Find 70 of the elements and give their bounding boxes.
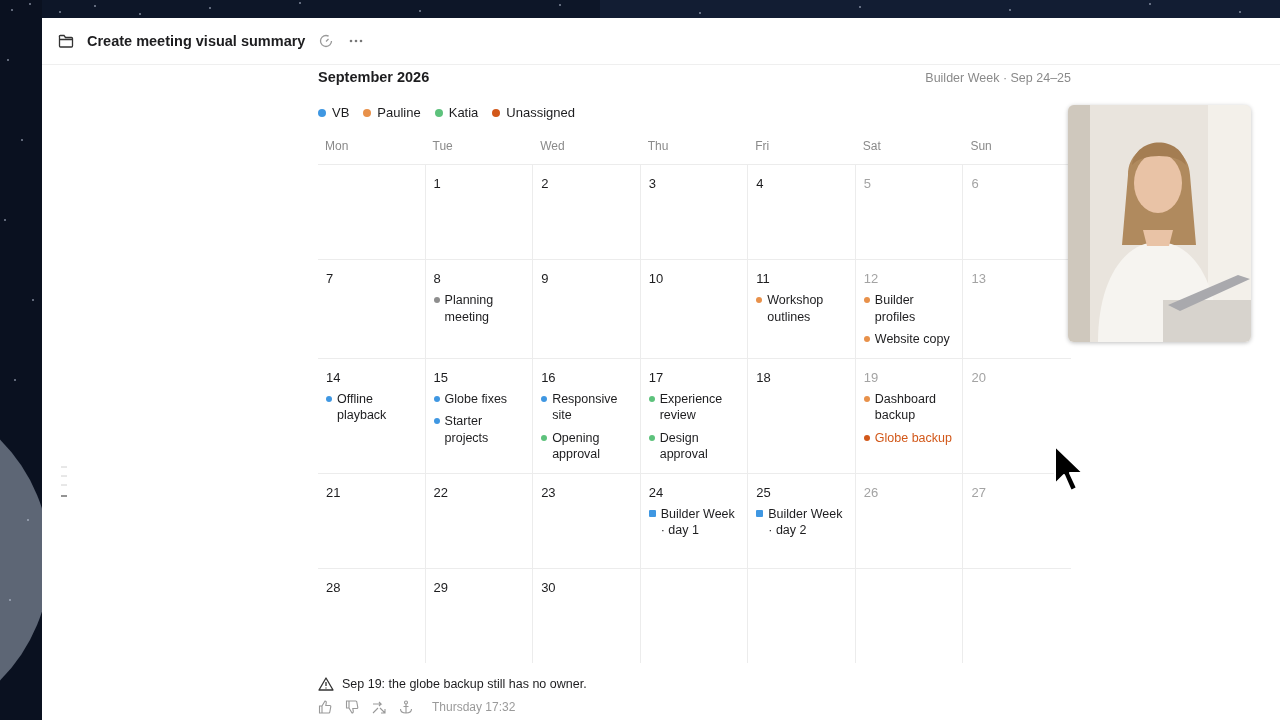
day-number: 26 (863, 484, 879, 500)
thumbs-up-icon[interactable] (318, 700, 332, 714)
event-title[interactable]: Globe backup (874, 429, 952, 446)
legend-label: Katia (448, 105, 479, 120)
weekday-label: Sun (969, 139, 993, 155)
day-number: 18 (756, 369, 771, 385)
event-title[interactable]: Dashboard backup (874, 390, 955, 424)
day-number: 9 (541, 271, 549, 286)
event-title[interactable]: Opening approval (552, 429, 632, 463)
day-number: 29 (433, 579, 449, 595)
legend-label: Unassigned (506, 105, 575, 120)
day-number: 4 (756, 176, 764, 191)
day-number: 20 (971, 369, 986, 385)
day-number: 1 (433, 176, 441, 191)
weekday-label: Fri (754, 139, 771, 155)
more-icon[interactable] (349, 39, 364, 43)
day-number: 19 (863, 369, 879, 385)
weekday-label: Tue (431, 139, 454, 155)
event-note: Builder Week · Sep 24–25 (925, 71, 1071, 85)
weekday-label: Thu (646, 139, 670, 155)
anchor-icon[interactable] (399, 700, 413, 714)
event-title[interactable]: Planning meeting (444, 292, 525, 325)
event-title[interactable]: Design approval (659, 429, 740, 463)
event-title[interactable]: Responsive site (552, 390, 632, 424)
day-number: 14 (326, 369, 341, 385)
event-title[interactable]: Builder Week · day 2 (768, 505, 847, 539)
legend-label: VB (332, 105, 350, 120)
event-title[interactable]: Builder profiles (874, 292, 955, 325)
weekday-label: Wed (539, 139, 566, 155)
event-title[interactable]: Experience review (659, 390, 740, 424)
event-title[interactable]: Offline playback (337, 390, 417, 424)
weekday-label: Sat (861, 139, 882, 155)
event-title[interactable]: Starter projects (444, 413, 525, 446)
event-title[interactable]: Builder Week · day 1 (660, 505, 740, 539)
day-number: 16 (541, 369, 556, 385)
day-number: 11 (756, 271, 770, 286)
day-number: 30 (541, 579, 556, 595)
day-number: 3 (648, 176, 656, 191)
outline-markers-icon[interactable] (60, 465, 68, 499)
legend-label: Pauline (377, 105, 421, 120)
day-number: 15 (433, 369, 449, 385)
folder-icon[interactable] (58, 34, 74, 48)
share-icon[interactable] (372, 700, 386, 714)
event-title[interactable]: Website copy (874, 331, 950, 348)
gauge-icon[interactable] (319, 34, 334, 48)
event-title[interactable]: Workshop outlines (767, 292, 847, 325)
day-number: 27 (971, 484, 986, 500)
day-number: 6 (971, 176, 979, 191)
day-number: 21 (326, 484, 341, 500)
day-number: 22 (433, 484, 449, 500)
day-number: 8 (433, 271, 441, 286)
day-number: 25 (756, 484, 771, 500)
timestamp: Thursday 17:32 (432, 700, 516, 714)
day-number: 7 (326, 271, 334, 286)
day-number: 5 (863, 176, 872, 191)
day-number: 12 (863, 271, 879, 286)
day-number: 17 (648, 369, 664, 385)
day-number: 10 (648, 271, 664, 286)
day-number: 23 (541, 484, 556, 500)
event-title[interactable]: Globe fixes (444, 390, 508, 407)
day-number: 28 (326, 579, 341, 595)
day-number: 24 (648, 484, 664, 500)
warning-icon (318, 677, 334, 691)
thumbs-down-icon[interactable] (345, 700, 359, 714)
month-title: September 2026 (318, 69, 430, 85)
day-number: 13 (971, 271, 986, 286)
window-title: Create meeting visual summary (87, 33, 306, 49)
alert-message: Sep 19: the globe backup still has no owner. (342, 677, 587, 691)
day-number: 2 (541, 176, 549, 191)
weekday-label: Mon (324, 139, 350, 155)
